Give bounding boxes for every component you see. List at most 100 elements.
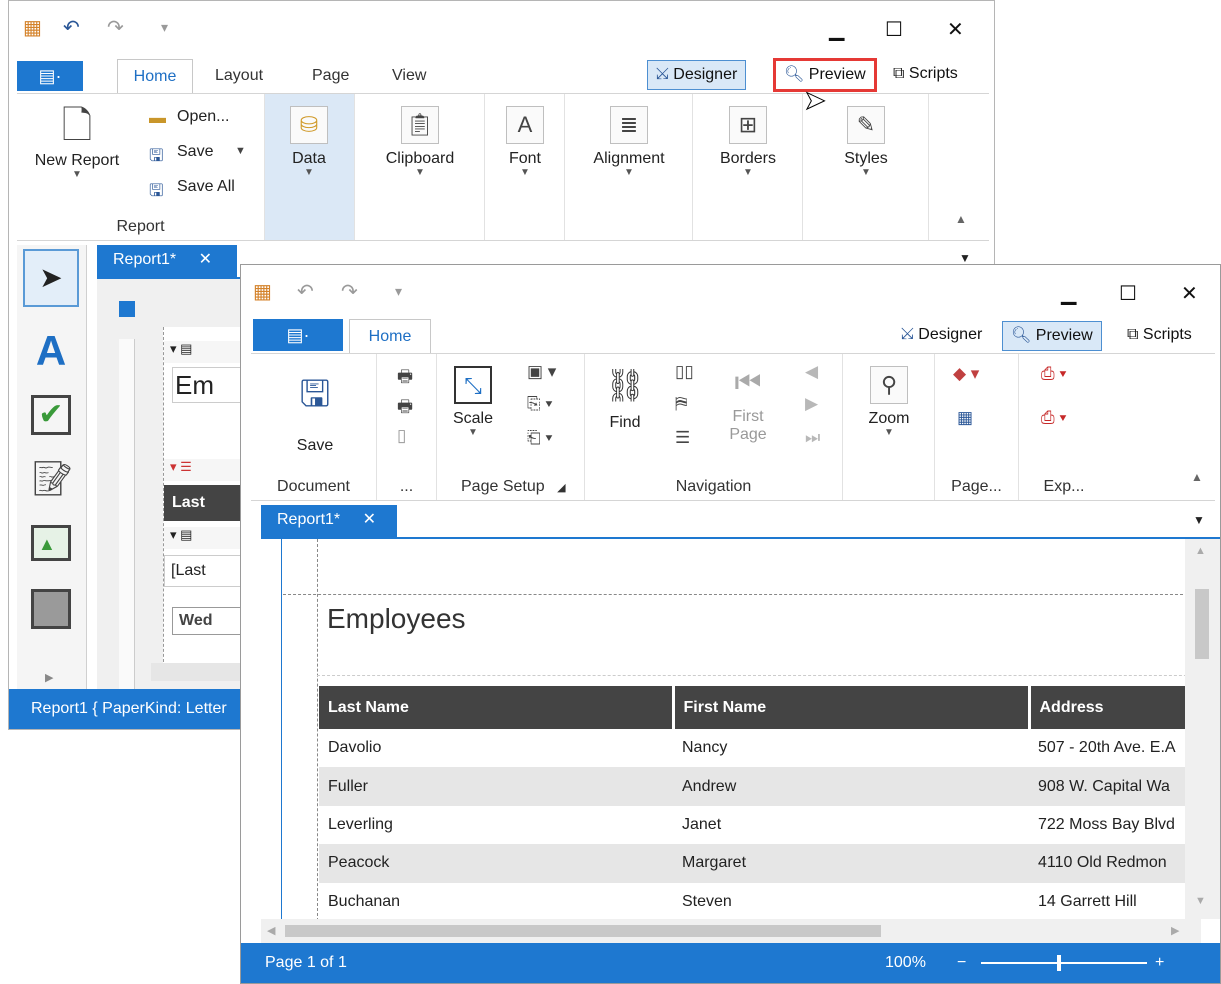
print-options-icon[interactable]: ▯ (397, 426, 406, 446)
print-icon[interactable]: 🖶 (397, 364, 413, 393)
redo-icon[interactable]: ↷ (341, 279, 358, 304)
scroll-left-icon[interactable]: ◀ (267, 924, 275, 937)
save-all-button[interactable]: Save All (177, 178, 235, 196)
previous-page-icon[interactable]: ◀ (805, 362, 818, 382)
pointer-tool[interactable]: ➤ (23, 249, 79, 307)
cell-address: 507 - 20th Ave. E.A (1038, 739, 1176, 757)
tab-home[interactable]: Home (117, 59, 193, 94)
margin-guide-horizontal-2 (317, 675, 1217, 676)
designer-mode-button[interactable]: ⤩ Designer (893, 321, 990, 351)
watermark-icon[interactable]: ▦ (957, 408, 973, 428)
close-icon[interactable]: ✕ (1181, 281, 1198, 306)
first-page-button[interactable]: ⏮ First Page (715, 366, 781, 444)
scroll-up-icon[interactable]: ▲ (1195, 545, 1206, 557)
new-report-button[interactable]: 🗋 New Report ▼ (27, 105, 127, 180)
zoom-in-button[interactable]: + (1155, 943, 1164, 983)
thumbnails-icon[interactable]: ▯▯ (675, 362, 694, 382)
zoom-slider[interactable] (981, 962, 1147, 964)
title-label-fragment[interactable]: Em (172, 367, 248, 403)
redo-icon[interactable]: ↷ (107, 15, 124, 40)
scripts-mode-button[interactable]: ⧉ Scripts (1119, 321, 1200, 351)
scroll-right-icon[interactable]: ▶ (1171, 924, 1179, 937)
hscrollbar-thumb[interactable] (285, 925, 881, 937)
scale-button[interactable]: ⤡ Scale ▼ (443, 366, 503, 438)
open-button[interactable]: Open... (177, 108, 229, 126)
find-button[interactable]: ⛓ Find (595, 366, 655, 432)
zoom-out-button[interactable]: − (957, 943, 966, 983)
pdf-icon[interactable]: ⎙ ▾ (1041, 364, 1066, 384)
margins-icon[interactable]: ▣ ▾ (527, 362, 556, 382)
zoom-button[interactable]: ⚲ Zoom ▼ (859, 366, 919, 438)
scrollbar-thumb[interactable] (1195, 589, 1209, 659)
pdf-email-icon[interactable]: ⎙ ▾ (1041, 408, 1066, 428)
last-page-icon[interactable]: ⏭ (805, 428, 820, 448)
parameters-icon[interactable]: ☰ (675, 428, 690, 448)
save-dropdown-icon[interactable]: ▼ (235, 145, 246, 157)
styles-button[interactable]: ✎ Styles ▼ (821, 106, 911, 178)
employees-table: Last Name First Name Address Davolio Nan… (319, 686, 1189, 919)
zoom-percentage[interactable]: 100% (885, 943, 926, 983)
scroll-down-icon[interactable]: ▼ (1195, 895, 1206, 907)
preview-doc-tab[interactable]: Report1* ✕ (261, 505, 397, 537)
alignment-button[interactable]: ≣ Alignment ▼ (575, 106, 683, 178)
next-page-icon[interactable]: ▶ (805, 394, 818, 414)
new-report-icon: 🗋 (61, 105, 93, 147)
customize-qat-icon[interactable]: ▾ (161, 19, 168, 36)
label-tool[interactable]: A (23, 327, 79, 375)
save-button[interactable]: Save (177, 143, 213, 161)
maximize-icon[interactable]: ☐ (1119, 281, 1137, 306)
tab-page[interactable]: Page (312, 67, 349, 85)
close-tab-icon[interactable]: ✕ (199, 251, 212, 268)
customize-qat-icon[interactable]: ▾ (395, 283, 402, 300)
panel-tool[interactable] (31, 589, 71, 629)
picture-tool[interactable]: ▲ (31, 525, 71, 561)
undo-icon[interactable]: ↶ (63, 15, 80, 40)
table-header-row: Last Name First Name Address (319, 686, 1189, 729)
doc-tabs-menu-icon[interactable]: ▼ (959, 251, 971, 265)
minimize-icon[interactable]: ▁ (829, 17, 844, 42)
file-menu-button[interactable]: ▤· (17, 61, 83, 91)
close-icon[interactable]: ✕ (947, 17, 964, 42)
header-cell-fragment[interactable]: Last (164, 485, 248, 521)
page-color-icon[interactable]: ◆ ▾ (953, 364, 979, 384)
tab-view[interactable]: View (392, 67, 426, 85)
save-button[interactable]: 🖫 Save (273, 368, 357, 455)
checkbox-tool[interactable]: ✔ (31, 395, 71, 435)
font-button[interactable]: A Font ▼ (495, 106, 555, 178)
field-cell-fragment[interactable]: [Last (164, 555, 248, 587)
field-cell-fragment-2[interactable]: Wed (172, 607, 248, 635)
tab-layout[interactable]: Layout (215, 67, 263, 85)
orientation-icon[interactable]: ⎘ ▾ (527, 394, 552, 414)
cell-address: 14 Garrett Hill (1038, 892, 1137, 910)
maximize-icon[interactable]: ☐ (885, 17, 903, 42)
richtext-tool[interactable]: 📝︎ (31, 459, 74, 499)
scripts-mode-button[interactable]: ⧉ Scripts (885, 60, 966, 90)
paper-size-icon[interactable]: ⎗ ▾ (527, 428, 552, 448)
quick-print-icon[interactable]: 🖶 (397, 394, 413, 423)
close-tab-icon[interactable]: ✕ (363, 511, 376, 528)
horizontal-scrollbar[interactable]: ◀ ▶ (261, 919, 1201, 943)
doc-tabs-menu-icon[interactable]: ▼ (1193, 513, 1205, 527)
bookmarks-icon[interactable]: ⛿ (675, 394, 687, 414)
clipboard-button[interactable]: 📋︎ Clipboard ▼ (365, 106, 475, 178)
expand-toolbox-icon[interactable]: ▶ (45, 671, 53, 684)
page-background-group: ◆ ▾ ▦ Page... (935, 354, 1019, 500)
designer-doc-tab[interactable]: Report1* ✕ (97, 245, 237, 277)
file-menu-button[interactable]: ▤· (253, 319, 343, 351)
zoom-slider-thumb[interactable] (1057, 955, 1061, 971)
preview-mode-button[interactable]: 🔍︎ Preview (1002, 321, 1102, 351)
data-button[interactable]: ⛁ Data ▼ (279, 106, 339, 178)
collapse-ribbon-icon[interactable]: ▲ (955, 212, 967, 226)
tab-home[interactable]: Home (349, 319, 431, 354)
borders-button[interactable]: ⊞ Borders ▼ (703, 106, 793, 178)
clipboard-group: 📋︎ Clipboard ▼ (355, 94, 485, 240)
undo-icon[interactable]: ↶ (297, 279, 314, 304)
vertical-scrollbar[interactable]: ▲ ▼ (1185, 539, 1220, 919)
designer-hscrollbar[interactable] (151, 663, 247, 681)
minimize-icon[interactable]: ▁ (1061, 281, 1076, 306)
dialog-launcher-icon[interactable]: ◢ (557, 482, 565, 494)
document-group: 🖫 Save Document (251, 354, 377, 500)
designer-mode-button[interactable]: ⤩ Designer (647, 60, 747, 90)
designer-ribbon: 🗋 New Report ▼ ▬ Open... 🖫 Save ▼ 🖫 Save… (17, 93, 989, 241)
collapse-ribbon-icon[interactable]: ▲ (1191, 470, 1203, 484)
